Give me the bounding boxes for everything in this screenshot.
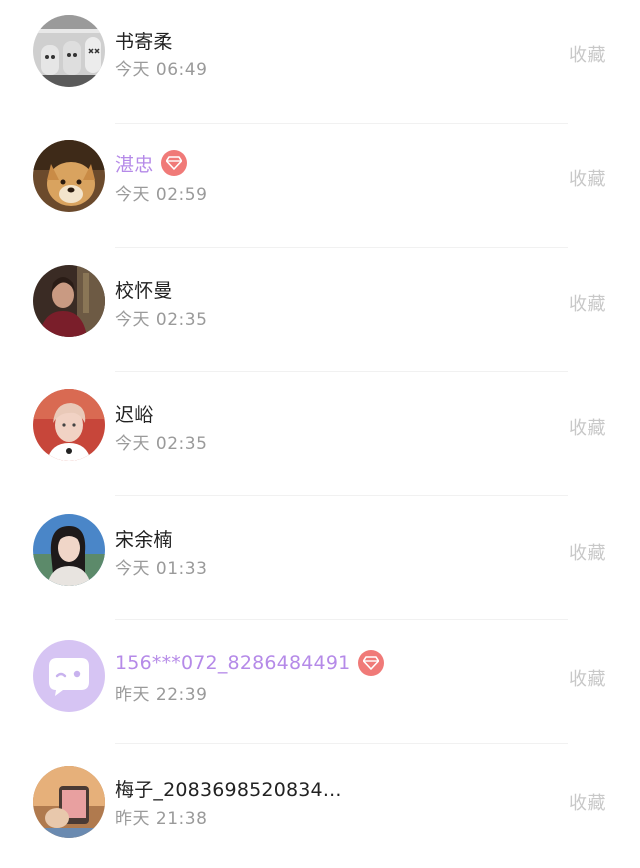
visit-time: 今天 02:59 [115,185,208,205]
favorite-button[interactable]: 收藏 [569,539,606,565]
list-item[interactable]: 迟峪 今天 02:35 收藏 [0,372,640,496]
name-line: 校怀曼 [115,275,173,303]
list-item[interactable]: 梅子_2083698520834... 昨天 21:38 收藏 [0,744,640,868]
visit-time: 昨天 22:39 [115,685,208,705]
name-line: 书寄柔 [115,26,173,54]
visit-time: 今天 01:33 [115,559,208,579]
dog-icon [33,140,105,212]
avatar[interactable] [33,514,105,586]
user-name[interactable]: 梅子_2083698520834... [115,775,342,802]
person-photo-icon [33,389,105,461]
list-item[interactable]: 书寄柔 今天 06:49 收藏 [0,0,640,124]
favorite-button[interactable]: 收藏 [569,165,606,191]
default-chat-bubble-icon [33,640,105,712]
user-name[interactable]: 书寄柔 [115,27,173,54]
visit-time: 昨天 21:38 [115,809,208,829]
name-line: 156***072_8286484491 [115,649,385,677]
user-name[interactable]: 校怀曼 [115,276,173,303]
visit-time: 今天 02:35 [115,434,208,454]
list-item[interactable]: 湛忠 今天 02:59 收藏 [0,124,640,248]
avatar[interactable] [33,15,105,87]
favorite-button[interactable]: 收藏 [569,789,606,815]
visit-time: 今天 02:35 [115,310,208,330]
woman-photo-icon [33,265,105,337]
user-name[interactable]: 湛忠 [115,150,153,177]
hand-phone-photo-icon [33,766,105,838]
user-name[interactable]: 156***072_8286484491 [115,652,350,674]
vip-diamond-icon [161,150,188,176]
grayscale-figures-icon [33,15,105,87]
avatar[interactable] [33,389,105,461]
name-line: 梅子_2083698520834... [115,774,342,802]
favorite-button[interactable]: 收藏 [569,414,606,440]
user-name[interactable]: 宋余楠 [115,525,173,552]
list-item[interactable]: 156***072_8286484491 昨天 22:39 收藏 [0,620,640,744]
list-item[interactable]: 校怀曼 今天 02:35 收藏 [0,248,640,372]
avatar[interactable] [33,140,105,212]
list-item[interactable]: 宋余楠 今天 01:33 收藏 [0,496,640,620]
avatar[interactable] [33,640,105,712]
woman-blue-photo-icon [33,514,105,586]
name-line: 湛忠 [115,149,188,177]
avatar[interactable] [33,766,105,838]
vip-diamond-icon [358,650,385,676]
favorite-button[interactable]: 收藏 [569,290,606,316]
favorite-button[interactable]: 收藏 [569,41,606,67]
visit-time: 今天 06:49 [115,60,208,80]
name-line: 迟峪 [115,399,153,427]
name-line: 宋余楠 [115,524,173,552]
user-name[interactable]: 迟峪 [115,400,153,427]
favorite-button[interactable]: 收藏 [569,665,606,691]
avatar[interactable] [33,265,105,337]
